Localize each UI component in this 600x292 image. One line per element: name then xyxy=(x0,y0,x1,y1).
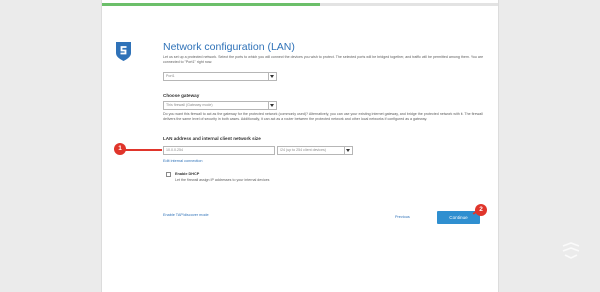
annotation-badge-2: 2 xyxy=(475,204,487,216)
gateway-select[interactable]: This firewall (Gateway mode) xyxy=(163,101,277,110)
enable-dhcp-label: Enable DHCP xyxy=(175,172,200,176)
gateway-label: Choose gateway xyxy=(163,93,200,98)
enable-dhcp-description: Let the firewall assign IP addresses to … xyxy=(175,178,270,182)
gateway-select-value: This firewall (Gateway mode) xyxy=(166,103,213,107)
annotation-badge-1: 1 xyxy=(114,143,126,155)
wizard-progress-fill xyxy=(102,3,320,6)
sophos-shield-logo-icon xyxy=(116,42,131,61)
edit-internal-connection-link[interactable]: Edit internal connection xyxy=(163,159,202,163)
gateway-description: Do you want this firewall to act as the … xyxy=(163,112,483,122)
intro-text: Let us set up a protected network. Selec… xyxy=(163,55,484,65)
previous-link[interactable]: Previous xyxy=(395,215,410,219)
annotation-arrow-1 xyxy=(125,149,162,151)
network-size-value: /24 (up to 254 client devices) xyxy=(280,148,326,152)
chevron-down-icon xyxy=(268,73,276,80)
page-title: Network configuration (LAN) xyxy=(163,41,295,53)
port-select[interactable]: Port1 xyxy=(163,72,277,81)
lan-label: LAN address and internal client network … xyxy=(163,136,261,141)
wizard-card: Network configuration (LAN) Let us set u… xyxy=(101,0,499,292)
watermark-logo-icon xyxy=(562,242,580,259)
lan-address-input[interactable]: 10.0.0.254 xyxy=(163,146,275,155)
network-size-select[interactable]: /24 (up to 254 client devices) xyxy=(277,146,353,155)
chevron-down-icon xyxy=(344,147,352,154)
wizard-progress-bar xyxy=(102,3,498,6)
enable-tap-link[interactable]: Enable TAP/discover mode xyxy=(163,213,209,217)
port-select-value: Port1 xyxy=(166,74,175,78)
enable-dhcp-checkbox[interactable] xyxy=(166,172,171,177)
chevron-down-icon xyxy=(268,102,276,109)
